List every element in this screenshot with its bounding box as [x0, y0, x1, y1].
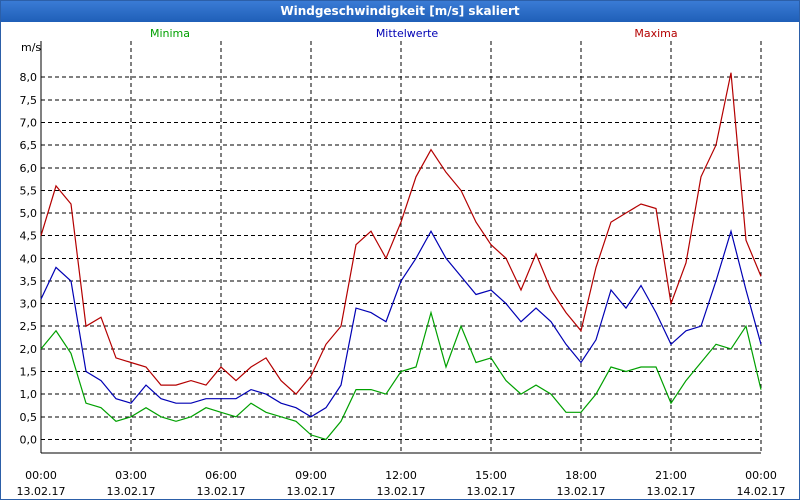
y-tick-label: 6,5 — [20, 139, 38, 152]
x-tick-time: 15:00 — [475, 469, 507, 482]
x-tick-date: 13.02.17 — [287, 485, 336, 498]
x-tick-time: 00:00 — [745, 469, 777, 482]
y-tick-label: 4,0 — [20, 252, 38, 265]
y-tick-label: 3,5 — [20, 275, 38, 288]
x-tick-time: 09:00 — [295, 469, 327, 482]
y-tick-label: 7,0 — [20, 116, 38, 129]
x-tick-date: 13.02.17 — [377, 485, 426, 498]
x-tick-date: 13.02.17 — [197, 485, 246, 498]
y-tick-label: 0,5 — [20, 411, 38, 424]
x-tick-time: 00:00 — [25, 469, 57, 482]
x-tick-date: 14.02.17 — [737, 485, 786, 498]
y-axis-label: m/s — [21, 41, 41, 54]
y-tick-label: 1,5 — [20, 366, 38, 379]
x-tick-date: 13.02.17 — [467, 485, 516, 498]
legend-item-mittelwerte: Mittelwerte — [376, 27, 439, 40]
y-tick-label: 1,0 — [20, 388, 38, 401]
y-tick-label: 4,5 — [20, 230, 38, 243]
x-tick-date: 13.02.17 — [557, 485, 606, 498]
y-tick-label: 7,5 — [20, 94, 38, 107]
y-tick-label: 5,0 — [20, 207, 38, 220]
window-title: Windgeschwindigkeit [m/s] skaliert — [1, 1, 799, 22]
x-tick-time: 18:00 — [565, 469, 597, 482]
y-tick-label: 2,5 — [20, 320, 38, 333]
x-tick-date: 13.02.17 — [107, 485, 156, 498]
y-tick-label: 3,0 — [20, 298, 38, 311]
y-tick-label: 8,0 — [20, 71, 38, 84]
y-tick-label: 6,0 — [20, 162, 38, 175]
y-tick-label: 2,0 — [20, 343, 38, 356]
x-tick-date: 13.02.17 — [647, 485, 696, 498]
x-tick-time: 12:00 — [385, 469, 417, 482]
x-tick-time: 03:00 — [115, 469, 147, 482]
line-chart: 0,0 0,5 1,0 1,5 2,0 2,5 3,0 3,5 4,0 4,5 5,0 5,5 6,0 6… — [17, 27, 786, 498]
x-tick-time: 21:00 — [655, 469, 687, 482]
chart-window: Windgeschwindigkeit [m/s] skaliert 0,0 0,… — [0, 0, 800, 500]
legend-item-minima: Minima — [150, 27, 190, 40]
y-tick-label: 5,5 — [20, 184, 38, 197]
y-tick-label: 0,0 — [20, 433, 38, 446]
x-tick-time: 06:00 — [205, 469, 237, 482]
legend-item-maxima: Maxima — [634, 27, 677, 40]
x-tick-date: 13.02.17 — [17, 485, 66, 498]
